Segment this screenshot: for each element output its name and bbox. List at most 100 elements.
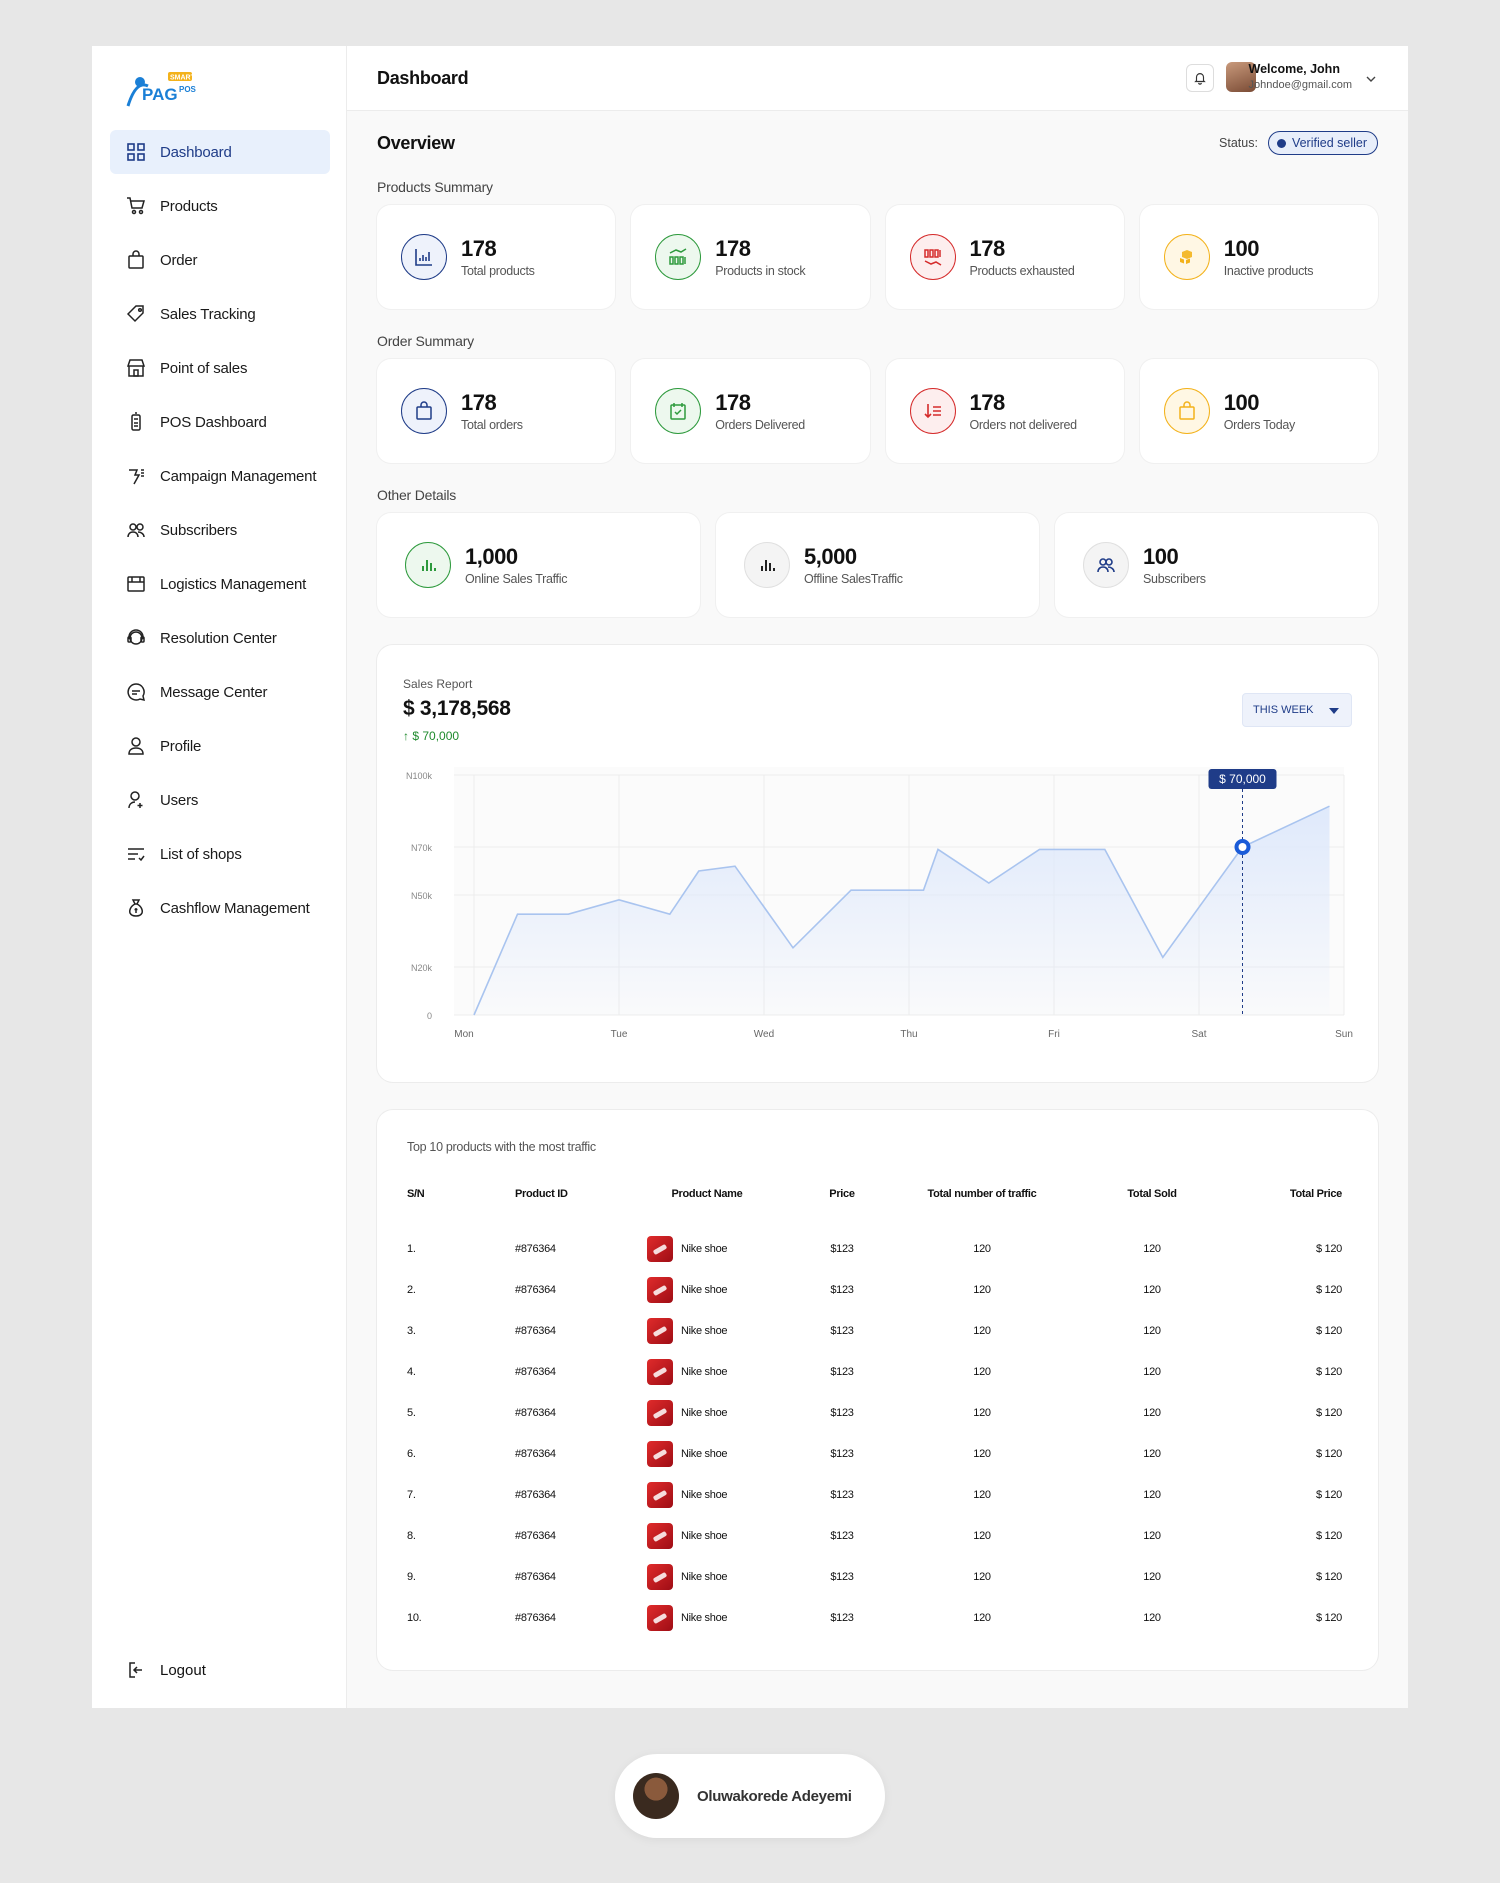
sidebar-item-logistics-management[interactable]: Logistics Management xyxy=(110,562,330,606)
stat-card-products-in-stock[interactable]: 178 Products in stock xyxy=(631,205,870,309)
store-icon xyxy=(126,358,146,378)
table-row[interactable]: 3. #876364 Nike shoe $123 120 120 $ 120 xyxy=(407,1310,1348,1351)
status-label: Status: xyxy=(1219,136,1258,150)
stat-card-online-sales-traffic[interactable]: 1,000 Online Sales Traffic xyxy=(377,513,700,617)
bag-icon xyxy=(401,388,447,434)
sidebar-item-order[interactable]: Order xyxy=(110,238,330,282)
col-total-price: Total Price xyxy=(1289,1188,1342,1200)
bag-icon xyxy=(1163,388,1210,434)
cart-icon xyxy=(126,196,146,216)
y-tick-label: N100k xyxy=(406,771,433,781)
cell-price-text: $123 xyxy=(830,1283,854,1296)
cell-product-id: #876364 xyxy=(487,1269,617,1310)
stat-card-total-orders[interactable]: 178 Total orders xyxy=(377,359,616,463)
highlight-tooltip-label: $ 70,000 xyxy=(1219,772,1266,786)
sidebar-item-label: Resolution Center xyxy=(160,629,277,647)
check-box-icon xyxy=(655,388,702,434)
cell-total-price-text: $ 120 xyxy=(1315,1447,1342,1460)
cell-product-name: Nike shoe xyxy=(617,1310,797,1351)
stat-card-orders-today[interactable]: 100 Orders Today xyxy=(1139,359,1378,463)
stat-card-subscribers[interactable]: 100 Subscribers xyxy=(1055,513,1378,617)
cell-product-id-text: #876364 xyxy=(515,1365,556,1378)
x-tick-label: Mon xyxy=(454,1029,473,1040)
sidebar-item-sales-tracking[interactable]: Sales Tracking xyxy=(110,292,330,336)
cell-sn: 9. xyxy=(407,1556,487,1597)
sidebar-item-label: POS Dashboard xyxy=(160,413,267,431)
x-tick-label: Sat xyxy=(1191,1029,1206,1040)
sidebar-item-users[interactable]: Users xyxy=(110,778,330,822)
products-summary-cards: 178 Total products 178 Products in stock 1… xyxy=(377,205,1378,309)
logout-button[interactable]: Logout xyxy=(126,1660,206,1680)
sidebar-item-list-of-shops[interactable]: List of shops xyxy=(110,832,330,876)
cell-traffic-text: 120 xyxy=(973,1529,991,1542)
product-thumbnail xyxy=(647,1522,673,1549)
cell-sn-text: 6. xyxy=(407,1447,416,1460)
period-dropdown[interactable]: THIS WEEK xyxy=(1242,693,1352,727)
cell-traffic-text: 120 xyxy=(973,1242,991,1255)
table-row[interactable]: 6. #876364 Nike shoe $123 120 120 $ 120 xyxy=(407,1433,1348,1474)
cell-product-id: #876364 xyxy=(487,1351,617,1392)
user-info[interactable]: Welcome, John Johndoe@gmail.com xyxy=(1249,62,1353,91)
sidebar-item-message-center[interactable]: Message Center xyxy=(110,670,330,714)
boxes-icon xyxy=(1163,234,1210,280)
cell-price: $123 xyxy=(797,1474,887,1515)
cell-sn: 4. xyxy=(407,1351,487,1392)
sidebar-item-campaign-management[interactable]: Campaign Management xyxy=(110,454,330,498)
cell-traffic: 120 xyxy=(887,1392,1077,1433)
table-row[interactable]: 7. #876364 Nike shoe $123 120 120 $ 120 xyxy=(407,1474,1348,1515)
sidebar-item-pos-dashboard[interactable]: POS Dashboard xyxy=(110,400,330,444)
cell-traffic-text: 120 xyxy=(973,1406,991,1419)
stat-value: 178 xyxy=(715,236,751,261)
cell-product-name-text: Nike shoe xyxy=(681,1447,728,1460)
stat-card-orders-not-delivered[interactable]: 178 Orders not delivered xyxy=(885,359,1124,463)
table-row[interactable]: 8. #876364 Nike shoe $123 120 120 $ 120 xyxy=(407,1515,1348,1556)
logout-label: Logout xyxy=(160,1661,206,1679)
cell-product-id: #876364 xyxy=(487,1392,617,1433)
main-content: Dashboard Welcome, John Johndoe@gmail.co… xyxy=(347,46,1408,1708)
order-summary-cards: 178 Total orders 178 Orders Delivered 178 O… xyxy=(377,359,1378,463)
cell-total-price: $ 120 xyxy=(1227,1392,1348,1433)
cell-traffic: 120 xyxy=(887,1515,1077,1556)
stat-value: 178 xyxy=(969,236,1006,261)
brand-logo[interactable]: PAG SMART POS xyxy=(122,66,202,114)
author-credit: Oluwakorede Adeyemi xyxy=(615,1754,885,1838)
stat-card-total-products[interactable]: 178 Total products xyxy=(377,205,616,309)
logout-icon xyxy=(129,1662,142,1678)
chat-icon xyxy=(126,682,146,702)
stat-card-products-exhausted[interactable]: 178 Products exhausted xyxy=(885,205,1124,309)
cell-total-price: $ 120 xyxy=(1227,1597,1348,1638)
sidebar-item-subscribers[interactable]: Subscribers xyxy=(110,508,330,552)
sidebar-item-resolution-center[interactable]: Resolution Center xyxy=(110,616,330,660)
author-avatar xyxy=(633,1773,679,1819)
sales-chart: 0 N20k N50k N70k N100k Mon Tue Wed Thu Fri Sat Sun $… xyxy=(406,767,1353,1040)
sidebar-item-products[interactable]: Products xyxy=(110,184,330,228)
stat-card-orders-delivered[interactable]: 178 Orders Delivered xyxy=(631,359,870,463)
sidebar-item-cashflow-management[interactable]: Cashflow Management xyxy=(110,886,330,930)
pos-terminal-icon xyxy=(126,412,146,432)
table-row[interactable]: 4. #876364 Nike shoe $123 120 120 $ 120 xyxy=(407,1351,1348,1392)
sidebar-item-dashboard[interactable]: Dashboard xyxy=(110,130,330,174)
cell-price-text: $123 xyxy=(830,1365,854,1378)
bar-chart-icon xyxy=(744,542,790,588)
product-thumbnail xyxy=(647,1481,673,1508)
chevron-down-icon[interactable] xyxy=(1364,72,1378,86)
cell-traffic-text: 120 xyxy=(973,1365,991,1378)
svg-text:SMART: SMART xyxy=(170,75,196,82)
table-row[interactable]: 10. #876364 Nike shoe $123 120 120 $ 120 xyxy=(407,1597,1348,1638)
stat-card-inactive-products[interactable]: 100 Inactive products xyxy=(1139,205,1378,309)
cell-traffic: 120 xyxy=(887,1474,1077,1515)
stat-card-offline-sales-traffic[interactable]: 5,000 Offline SalesTraffic xyxy=(716,513,1039,617)
verified-icon xyxy=(1276,138,1286,148)
stat-label: Products exhausted xyxy=(969,264,1075,278)
sidebar-item-profile[interactable]: Profile xyxy=(110,724,330,768)
cell-total-price: $ 120 xyxy=(1227,1474,1348,1515)
notification-button[interactable] xyxy=(1186,64,1214,92)
table-row[interactable]: 1. #876364 Nike shoe $123 120 120 $ 120 xyxy=(407,1228,1348,1269)
x-tick-label: Fri xyxy=(1048,1029,1060,1040)
cell-price: $123 xyxy=(797,1556,887,1597)
product-thumbnail xyxy=(647,1358,673,1385)
table-row[interactable]: 5. #876364 Nike shoe $123 120 120 $ 120 xyxy=(407,1392,1348,1433)
table-row[interactable]: 2. #876364 Nike shoe $123 120 120 $ 120 xyxy=(407,1269,1348,1310)
sidebar-item-point-of-sales[interactable]: Point of sales xyxy=(110,346,330,390)
table-row[interactable]: 9. #876364 Nike shoe $123 120 120 $ 120 xyxy=(407,1556,1348,1597)
